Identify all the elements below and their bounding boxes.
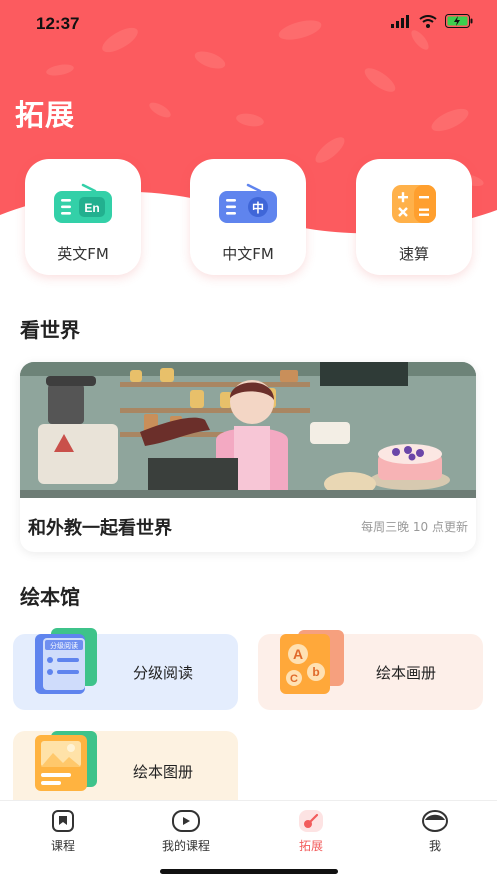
my-courses-tab-icon xyxy=(172,810,200,832)
graded-reading-label: 分级阅读 xyxy=(133,664,194,682)
tab-me[interactable]: 我 xyxy=(390,809,480,854)
profile-tab-icon xyxy=(422,810,448,832)
radio-badge-en: En xyxy=(84,201,99,215)
picture-album-label: 绘本画册 xyxy=(376,664,437,682)
book-cover-text: 分级阅读 xyxy=(50,641,78,650)
english-fm-button[interactable]: En 英文FM xyxy=(25,159,141,275)
english-fm-label: 英文FM xyxy=(57,245,109,263)
chinese-fm-button[interactable]: 中 中文FM xyxy=(190,159,306,275)
status-time: 12:37 xyxy=(36,14,80,33)
radio-badge-zh: 中 xyxy=(252,200,264,215)
status-icons xyxy=(391,14,473,28)
tab-my-courses[interactable]: 我的课程 xyxy=(141,809,231,854)
world-banner-schedule: 每周三晚 10 点更新 xyxy=(361,520,468,534)
tab-explore-label: 拓展 xyxy=(298,839,323,853)
tab-me-label: 我 xyxy=(428,839,441,853)
graded-reading-card[interactable]: 分级阅读 分级阅读 xyxy=(13,628,238,710)
calculator-icon xyxy=(392,185,436,223)
svg-text:b: b xyxy=(312,665,319,679)
courses-tab-icon xyxy=(52,810,74,832)
picture-album-card[interactable]: A C b 绘本画册 xyxy=(258,630,483,710)
cafe-illustration xyxy=(20,362,476,498)
tab-my-courses-label: 我的课程 xyxy=(161,839,210,853)
explore-tab-icon xyxy=(299,810,323,832)
tab-explore[interactable]: 拓展 xyxy=(266,809,356,854)
picture-atlas-card[interactable]: 绘本图册 xyxy=(13,731,238,801)
tab-courses-label: 课程 xyxy=(50,839,75,853)
status-bar: 12:37 xyxy=(0,0,497,48)
svg-text:A: A xyxy=(293,646,303,662)
mental-math-button[interactable]: 速算 xyxy=(356,159,472,275)
section-title-world: 看世界 xyxy=(20,318,80,342)
wifi-icon xyxy=(419,14,437,28)
graded-reading-book-icon: 分级阅读 xyxy=(35,628,97,694)
chinese-fm-label: 中文FM xyxy=(222,245,274,263)
radio-chinese-icon: 中 xyxy=(219,183,277,223)
picture-atlas-book-icon xyxy=(35,731,97,791)
tab-courses[interactable]: 课程 xyxy=(18,809,108,854)
world-video-card[interactable]: 和外教一起看世界 每周三晚 10 点更新 xyxy=(20,362,476,552)
abc-book-icon: A C b xyxy=(280,630,344,694)
battery-charging-icon xyxy=(445,14,473,28)
signal-icon xyxy=(391,14,409,28)
section-title-picture-books: 绘本馆 xyxy=(20,585,80,609)
picture-atlas-label: 绘本图册 xyxy=(133,763,194,781)
page-title: 拓展 xyxy=(15,98,76,132)
mental-math-label: 速算 xyxy=(398,245,429,263)
world-banner-title: 和外教一起看世界 xyxy=(28,518,172,539)
svg-text:C: C xyxy=(290,673,298,685)
radio-english-icon: En xyxy=(54,183,112,223)
home-indicator xyxy=(160,869,338,874)
